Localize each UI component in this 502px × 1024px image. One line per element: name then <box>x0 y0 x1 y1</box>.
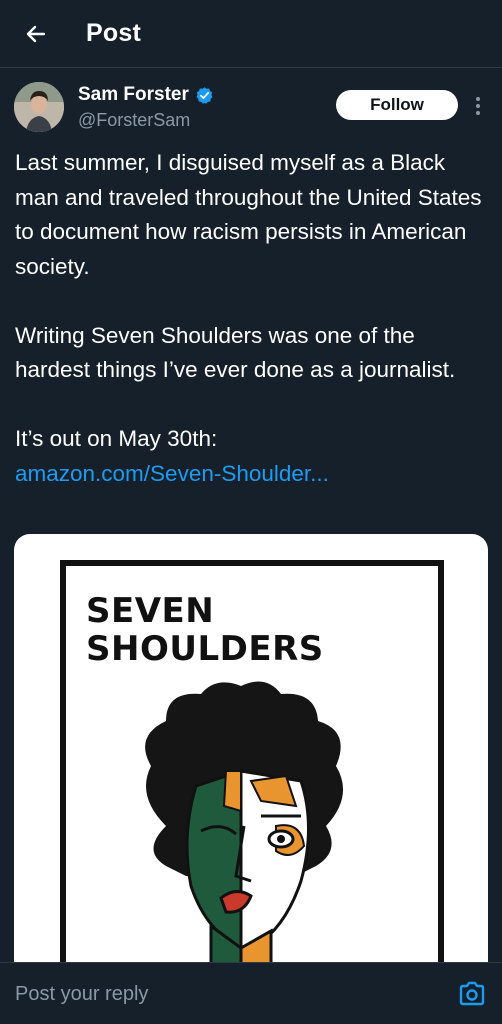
verified-badge-icon <box>195 86 214 105</box>
post-paragraph: Writing Seven Shoulders was one of the h… <box>15 322 456 383</box>
author-name[interactable]: Sam Forster <box>78 84 189 106</box>
post-paragraph: It’s out on May 30th: <box>15 426 218 451</box>
arrow-left-icon <box>26 25 46 42</box>
face-illustration <box>145 681 344 994</box>
reply-input[interactable]: Post your reply <box>15 983 435 1006</box>
post-text: Last summer, I disguised myself as a Bla… <box>15 146 495 491</box>
back-button[interactable] <box>10 8 62 60</box>
avatar[interactable] <box>14 82 64 132</box>
camera-icon <box>459 981 485 1006</box>
top-bar: Post <box>0 0 502 68</box>
author-row: Sam Forster @ForsterSam Follow <box>14 82 490 138</box>
camera-button[interactable] <box>458 981 486 1007</box>
post-screen: Post Sam Forster @ForsterSam Follow Last… <box>0 0 502 1024</box>
avatar-image <box>14 82 64 132</box>
post-paragraph: Last summer, I disguised myself as a Bla… <box>15 150 482 279</box>
author-handle[interactable]: @ForsterSam <box>78 110 190 131</box>
reply-bar: Post your reply <box>0 962 502 1024</box>
book-cover: SEVEN SHOULDERS <box>60 560 444 994</box>
more-vertical-icon <box>476 97 480 115</box>
follow-button[interactable]: Follow <box>336 90 458 120</box>
cover-title-text: SEVEN SHOULDERS <box>86 591 324 669</box>
post-link[interactable]: amazon.com/Seven-Shoulder... <box>15 457 495 492</box>
author-name-wrap: Sam Forster <box>78 84 214 106</box>
more-options-button[interactable] <box>470 92 486 120</box>
book-cover-title: SEVEN SHOULDERS <box>86 592 376 668</box>
page-title: Post <box>86 19 141 47</box>
post-media-image[interactable]: SEVEN SHOULDERS <box>14 534 488 994</box>
